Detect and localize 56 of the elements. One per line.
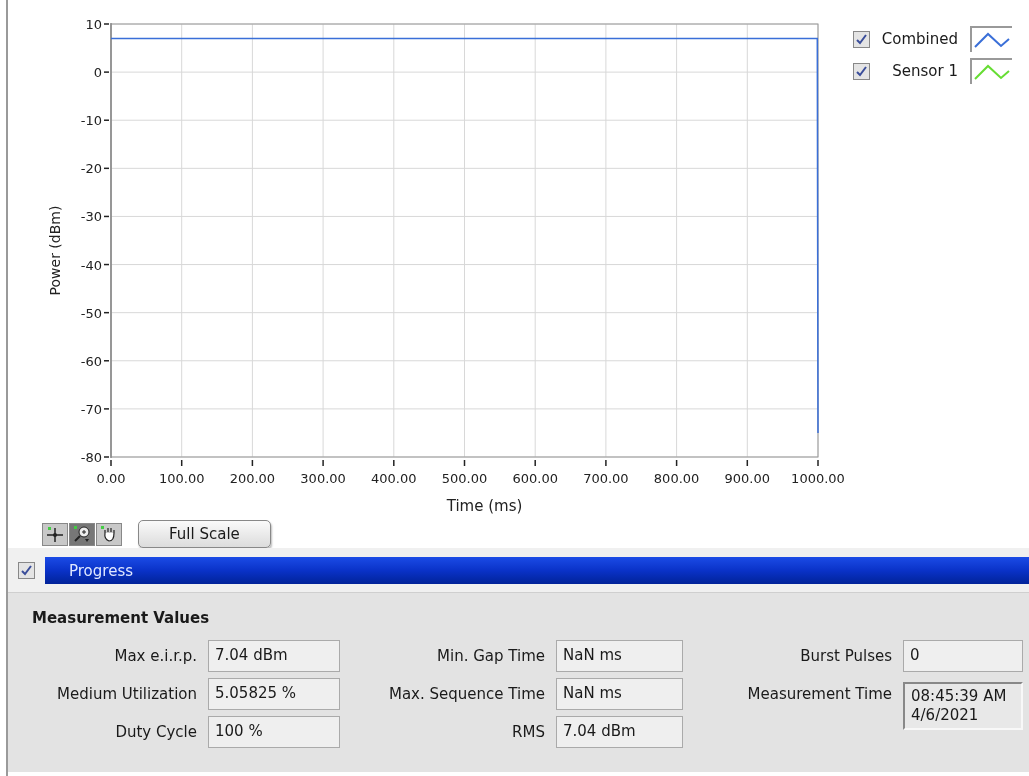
value-field: NaN ms: [556, 677, 683, 710]
y-tick-label: -60: [80, 353, 102, 369]
value-field: 5.05825 %: [208, 677, 340, 710]
x-tick-label: 1000.00: [791, 471, 845, 486]
progress-checkbox[interactable]: [18, 561, 35, 579]
field-label: Duty Cycle: [114, 721, 197, 743]
value-field: NaN ms: [556, 639, 683, 672]
zoom-icon: [73, 525, 91, 543]
y-tick-label: -10: [80, 113, 102, 129]
y-tick-label: -80: [80, 450, 102, 465]
x-tick-label: 800.00: [653, 471, 700, 486]
x-tick-label: 300.00: [300, 471, 346, 486]
progress-label: Progress: [69, 560, 133, 582]
check-icon: [856, 33, 867, 45]
value-field: 7.04 dBm: [556, 715, 683, 748]
legend-checkbox[interactable]: [853, 62, 870, 80]
field-label: Measurement Time: [746, 683, 892, 705]
time-indicator: 08:45:39 AM 4/6/2021: [903, 681, 1023, 730]
x-tick-label: 0.00: [96, 471, 126, 486]
field-label: Min. Gap Time: [436, 645, 545, 667]
field-label: Burst Pulses: [799, 645, 892, 667]
y-tick-label: -20: [80, 161, 102, 177]
legend-checkbox[interactable]: [853, 30, 870, 48]
field-label: Max e.i.r.p.: [113, 645, 197, 667]
x-tick-label: 600.00: [512, 471, 558, 486]
legend-label: Combined: [880, 28, 959, 50]
y-axis-title: Power (dBm): [47, 205, 63, 296]
field-label: Medium Utilization: [56, 683, 197, 705]
graph-tool-button[interactable]: [96, 522, 122, 546]
x-tick-label: 700.00: [583, 471, 629, 486]
y-tick-label: 0: [93, 65, 102, 81]
y-tick-label: 10: [85, 17, 102, 32]
graph-tool-button[interactable]: [69, 522, 95, 546]
y-tick-label: -30: [80, 209, 102, 225]
x-tick-label: 200.00: [229, 471, 276, 486]
full-scale-button[interactable]: Full Scale: [138, 520, 271, 548]
check-icon: [856, 65, 867, 77]
field-label: RMS: [511, 721, 545, 743]
value-field: 100 %: [208, 715, 340, 748]
value-field: 0: [903, 639, 1023, 672]
y-tick-label: -70: [80, 401, 102, 417]
legend-label: Sensor 1: [891, 60, 959, 82]
graph-tool-button[interactable]: [42, 522, 68, 546]
hand-icon: [100, 525, 118, 543]
x-tick-label: 900.00: [724, 471, 771, 486]
check-icon: [21, 564, 32, 576]
x-tick-label: 500.00: [441, 471, 488, 486]
x-tick-label: 400.00: [371, 471, 417, 486]
y-tick-label: -50: [80, 305, 102, 321]
field-label: Max. Sequence Time: [388, 683, 545, 705]
y-tick-label: -40: [80, 257, 102, 273]
panel-title: Measurement Values: [32, 608, 211, 629]
x-tick-label: 100.00: [158, 471, 205, 486]
value-field: 7.04 dBm: [208, 639, 340, 672]
crosshair-icon: [46, 525, 64, 543]
x-axis-title: Time (ms): [446, 497, 523, 515]
